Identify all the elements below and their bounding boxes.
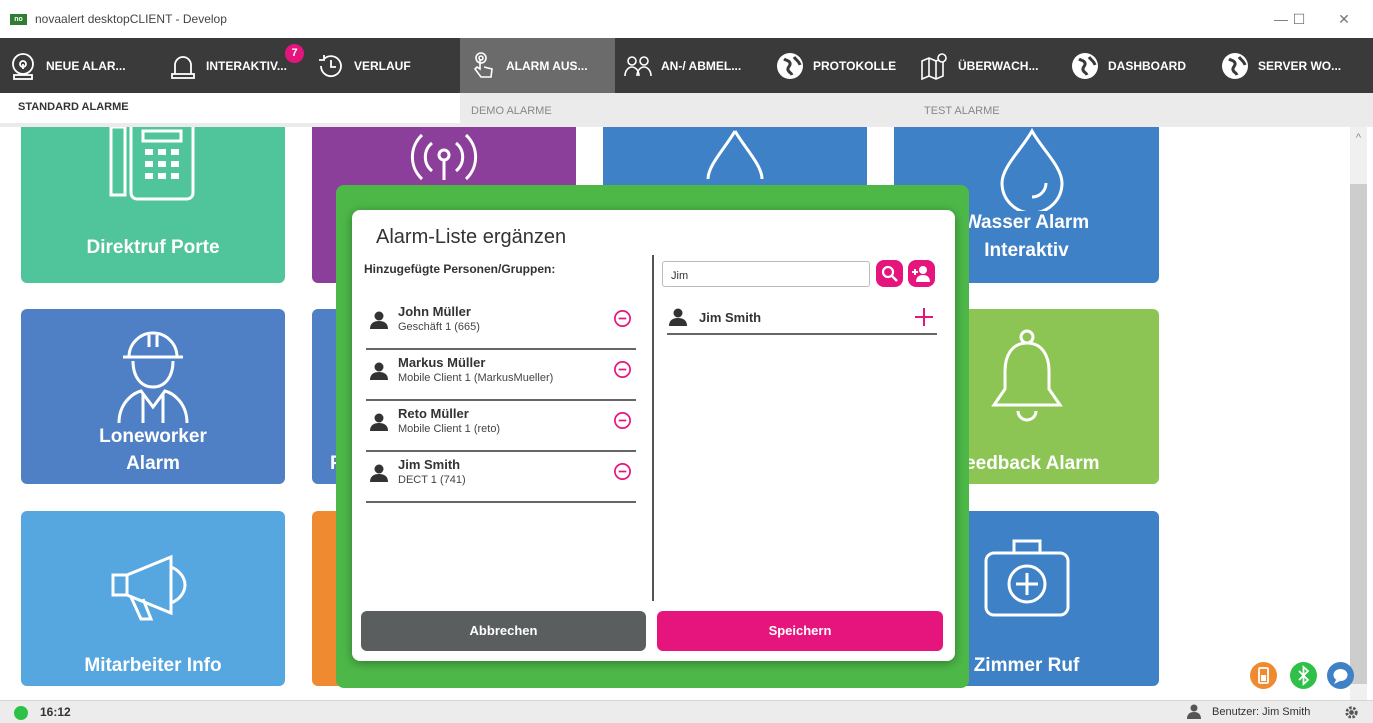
search-icon [881, 265, 898, 282]
tile-label: Direktruf Porte [86, 237, 220, 258]
tile-loneworker-alarm[interactable]: Loneworker Alarm [21, 309, 285, 484]
close-button[interactable]: ✕ [1322, 8, 1366, 30]
toolbar-an-abmelden[interactable]: AN-/ ABMEL... [615, 38, 767, 93]
remove-icon[interactable] [613, 411, 632, 430]
added-persons-heading: Hinzugefügte Personen/Gruppen: [364, 262, 556, 276]
search-button[interactable] [876, 260, 903, 287]
connection-status-indicator [14, 706, 28, 720]
globe-icon [1072, 52, 1098, 79]
current-user: Benutzer: Jim Smith [1212, 706, 1311, 718]
maximize-button[interactable]: ☐ [1277, 8, 1321, 30]
person-device: Geschäft 1 (665) [398, 321, 480, 333]
add-person-button[interactable] [908, 260, 935, 287]
toolbar-label: PROTOKOLLE [813, 58, 897, 73]
bluetooth-icon[interactable] [1290, 662, 1317, 689]
megaphone-icon [111, 554, 187, 621]
list-item: Markus Müller Mobile Client 1 (MarkusMue… [366, 350, 636, 401]
person-device: Mobile Client 1 (reto) [398, 423, 501, 435]
toolbar-server-workflow[interactable]: SERVER WO... [1212, 38, 1352, 93]
list-item: John Müller Geschäft 1 (665) [366, 299, 636, 350]
person-name: Markus Müller [398, 355, 486, 370]
notification-badge: 7 [285, 44, 304, 63]
person-icon [370, 464, 388, 482]
save-button[interactable]: Speichern [657, 611, 943, 651]
chat-icon[interactable] [1327, 662, 1354, 689]
status-bar: 16:12 Benutzer: Jim Smith [0, 700, 1373, 723]
person-name: Reto Müller [398, 406, 469, 421]
worker-helmet-icon [117, 331, 189, 424]
window-title-bar: no novaalert desktopCLIENT - Develop — ☐… [0, 0, 1373, 38]
tile-direktruf-porte[interactable]: Direktruf Porte [21, 127, 285, 283]
water-drop-icon [706, 130, 764, 180]
list-item: Reto Müller Mobile Client 1 (reto) [366, 401, 636, 452]
person-icon [370, 413, 388, 431]
toolbar-ueberwachung[interactable]: ÜBERWACH... [912, 38, 1062, 93]
cancel-button[interactable]: Abbrechen [361, 611, 646, 651]
window-title: novaalert desktopCLIENT - Develop [35, 12, 227, 26]
new-alarm-icon [12, 52, 34, 80]
battery-status-icon[interactable] [1250, 662, 1277, 689]
search-input[interactable] [662, 261, 870, 287]
person-icon [669, 308, 687, 326]
desk-phone-icon [109, 127, 195, 201]
alarm-group-tabs: STANDARD ALARME DEMO ALARME TEST ALARME [0, 93, 1373, 127]
history-icon [319, 54, 342, 77]
toolbar-label: VERLAUF [354, 58, 411, 73]
toolbar-verlauf[interactable]: VERLAUF [308, 38, 433, 93]
globe-icon [777, 52, 803, 79]
result-name: Jim Smith [699, 310, 762, 325]
toolbar-neue-alarme[interactable]: NEUE ALAR... [0, 38, 160, 93]
dialog-title: Alarm-Liste ergänzen [376, 226, 567, 248]
toolbar-label: AN-/ ABMEL... [661, 58, 742, 73]
remove-icon[interactable] [613, 309, 632, 328]
toolbar-label: ÜBERWACH... [958, 58, 1039, 73]
scrollbar-thumb[interactable] [1350, 184, 1367, 684]
toolbar-protokolle[interactable]: PROTOKOLLE [767, 38, 912, 93]
toolbar-label: SERVER WO... [1258, 58, 1342, 73]
person-icon [370, 311, 388, 329]
column-divider [652, 255, 654, 601]
toolbar-dashboard[interactable]: DASHBOARD [1062, 38, 1212, 93]
siren-icon [171, 55, 195, 79]
remove-icon[interactable] [613, 462, 632, 481]
toolbar-label: DASHBOARD [1108, 58, 1186, 73]
person-icon [370, 362, 388, 380]
app-logo: no [10, 13, 27, 25]
toolbar-alarm-ausloesen[interactable]: ALARM AUS... [460, 38, 615, 93]
toolbar-label: INTERAKTIV... [206, 58, 287, 73]
user-icon [1187, 704, 1201, 719]
tile-label: Loneworker [99, 426, 207, 447]
touch-hand-icon [473, 51, 493, 78]
toolbar-interaktiv[interactable]: INTERAKTIV... [160, 38, 308, 93]
toolbar-label: NEUE ALAR... [46, 58, 126, 73]
radio-signal-icon [410, 133, 478, 181]
first-aid-kit-icon [984, 539, 1070, 617]
tab-test-alarme[interactable]: TEST ALARME [924, 93, 1000, 127]
toolbar-label: ALARM AUS... [506, 58, 588, 73]
gear-icon[interactable] [1344, 705, 1359, 720]
tab-demo-alarme[interactable]: DEMO ALARME [471, 93, 552, 127]
person-name: John Müller [398, 304, 471, 319]
users-icon [624, 55, 652, 76]
search-result-row[interactable]: Jim Smith [667, 305, 937, 335]
scroll-up-icon[interactable]: ^ [1350, 132, 1367, 149]
tab-standard-alarme[interactable]: STANDARD ALARME [0, 93, 460, 123]
map-pin-icon [921, 52, 947, 80]
add-person-icon [912, 266, 930, 282]
main-toolbar: NEUE ALAR... INTERAKTIV... VERLAUF ALARM… [0, 38, 1373, 93]
list-item: Jim Smith DECT 1 (741) [366, 452, 636, 503]
remove-icon[interactable] [613, 360, 632, 379]
tile-mitarbeiter-info[interactable]: Mitarbeiter Info [21, 511, 285, 686]
person-device: Mobile Client 1 (MarkusMueller) [398, 372, 554, 384]
tile-label: Mitarbeiter Info [84, 655, 222, 676]
bell-icon [991, 329, 1063, 422]
tile-label: Alarm [126, 453, 180, 474]
globe-icon [1222, 52, 1248, 79]
status-time: 16:12 [40, 705, 71, 719]
water-drop-icon [1000, 127, 1064, 211]
person-device: DECT 1 (741) [398, 474, 466, 486]
person-name: Jim Smith [398, 457, 461, 472]
plus-icon[interactable] [913, 306, 935, 328]
